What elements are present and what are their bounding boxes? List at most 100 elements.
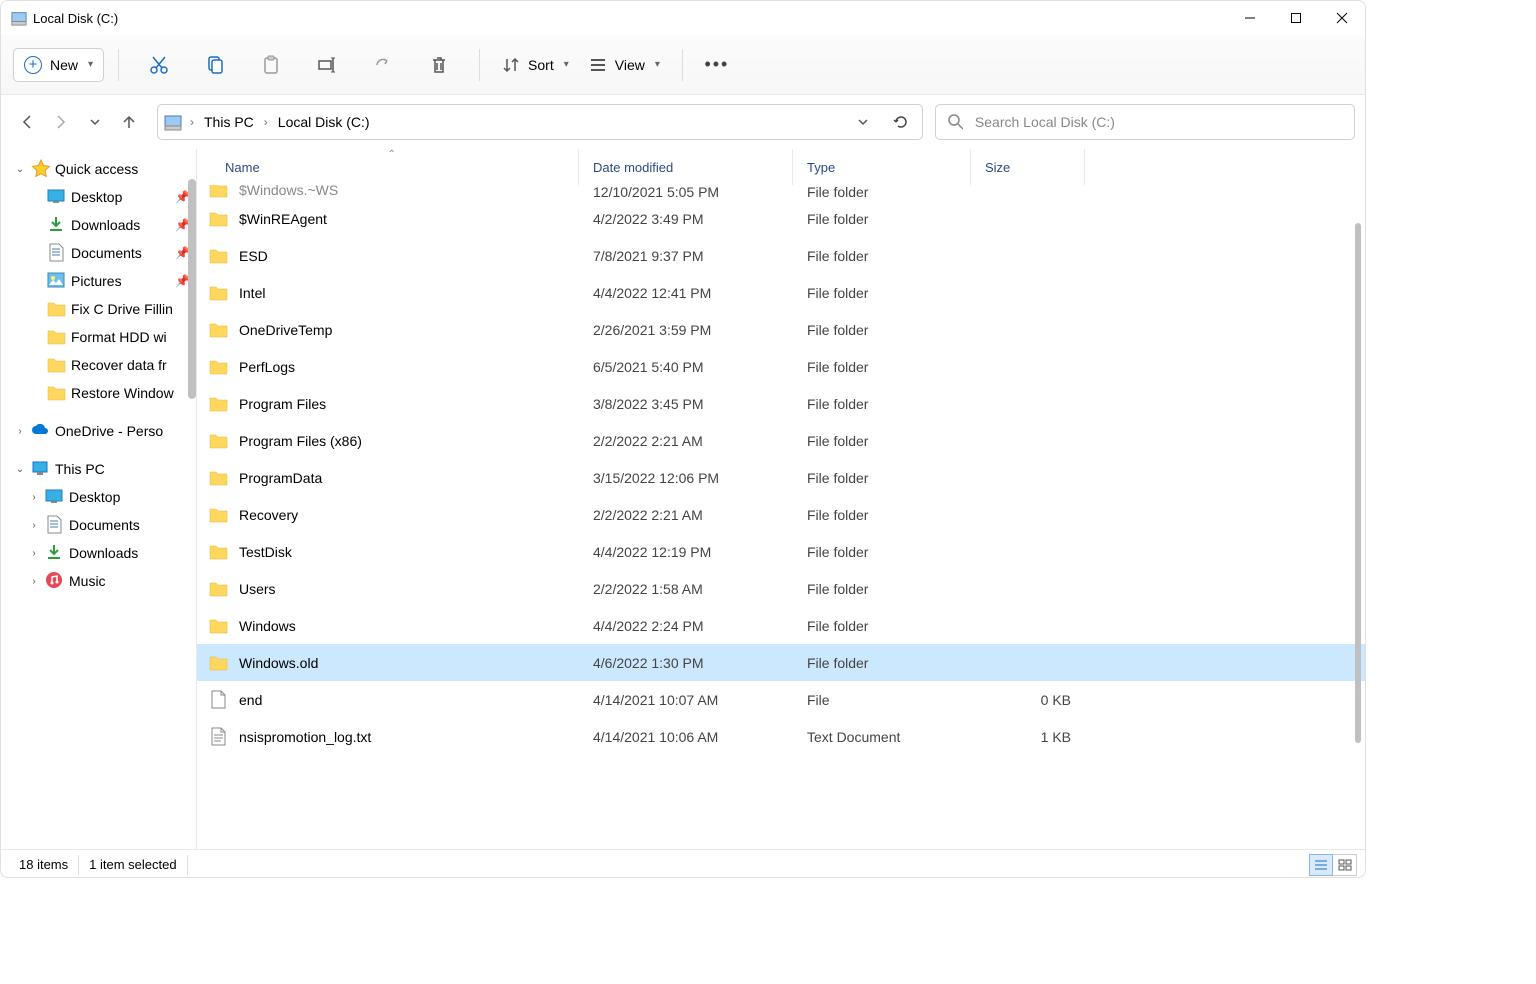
folder-icon (209, 431, 229, 451)
file-row[interactable]: Users 2/2/2022 1:58 AM File folder (197, 570, 1365, 607)
back-button[interactable] (11, 106, 43, 138)
file-row[interactable]: $WinREAgent 4/2/2022 3:49 PM File folder (197, 200, 1365, 237)
file-row[interactable]: PerfLogs 6/5/2021 5:40 PM File folder (197, 348, 1365, 385)
file-list: $Windows.~WS 12/10/2021 5:05 PM File fol… (197, 185, 1365, 849)
sidebar-item-label: Format HDD wi (71, 329, 167, 345)
sidebar-item-label: Downloads (69, 545, 138, 561)
file-date: 2/2/2022 1:58 AM (579, 581, 793, 597)
file-name: ESD (239, 248, 268, 264)
sort-button[interactable]: Sort ▾ (494, 43, 577, 87)
view-button[interactable]: View ▾ (581, 43, 668, 87)
address-bar[interactable]: › This PC › Local Disk (C:) (157, 104, 923, 140)
file-row[interactable]: ESD 7/8/2021 9:37 PM File folder (197, 237, 1365, 274)
sidebar-onedrive[interactable]: › OneDrive - Perso (1, 417, 196, 445)
header-date[interactable]: Date modified (579, 149, 793, 185)
search-box[interactable] (935, 104, 1355, 140)
file-scrollbar[interactable] (1355, 223, 1361, 743)
sidebar-item[interactable]: › Desktop (1, 483, 196, 511)
folder-icon (47, 299, 67, 319)
folder-icon (47, 355, 67, 375)
chevron-right-icon: › (190, 115, 194, 129)
file-name: nsispromotion_log.txt (239, 729, 371, 745)
search-input[interactable] (975, 114, 1342, 130)
sidebar-item[interactable]: › Documents (1, 511, 196, 539)
sidebar-item[interactable]: › Music (1, 567, 196, 595)
file-name: PerfLogs (239, 359, 295, 375)
file-name: Recovery (239, 507, 298, 523)
sidebar-item[interactable]: › Desktop 📌 (1, 183, 196, 211)
file-row[interactable]: Program Files (x86) 2/2/2022 2:21 AM Fil… (197, 422, 1365, 459)
breadcrumb-item[interactable]: This PC (198, 110, 260, 134)
file-type: File folder (793, 248, 971, 264)
file-row[interactable]: ProgramData 3/15/2022 12:06 PM File fold… (197, 459, 1365, 496)
file-name: Windows (239, 618, 296, 634)
refresh-button[interactable] (886, 107, 916, 137)
sort-indicator-icon: ⌃ (388, 149, 396, 160)
breadcrumb-item[interactable]: Local Disk (C:) (272, 110, 376, 134)
file-row[interactable]: OneDriveTemp 2/26/2021 3:59 PM File fold… (197, 311, 1365, 348)
file-date: 4/4/2022 2:24 PM (579, 618, 793, 634)
file-row[interactable]: TestDisk 4/4/2022 12:19 PM File folder (197, 533, 1365, 570)
sidebar-this-pc[interactable]: ⌄ This PC (1, 455, 196, 483)
up-button[interactable] (113, 106, 145, 138)
download-icon (45, 543, 65, 563)
sidebar-item[interactable]: › Pictures 📌 (1, 267, 196, 295)
folder-icon (209, 357, 229, 377)
search-icon (948, 114, 963, 130)
sidebar-item[interactable]: › Fix C Drive Fillin (1, 295, 196, 323)
folder-icon (209, 653, 229, 673)
minimize-button[interactable] (1227, 1, 1273, 35)
address-dropdown[interactable] (848, 107, 878, 137)
file-name: Program Files (239, 396, 326, 412)
sidebar-item[interactable]: › Documents 📌 (1, 239, 196, 267)
sidebar-item[interactable]: › Format HDD wi (1, 323, 196, 351)
forward-button[interactable] (45, 106, 77, 138)
file-type: File folder (793, 396, 971, 412)
close-button[interactable] (1319, 1, 1365, 35)
file-name: Users (239, 581, 276, 597)
file-row[interactable]: end 4/14/2021 10:07 AM File 0 KB (197, 681, 1365, 718)
sort-icon (502, 56, 520, 74)
more-button[interactable]: ••• (697, 43, 737, 87)
sidebar-item[interactable]: › Restore Window (1, 379, 196, 407)
sidebar-item[interactable]: › Downloads (1, 539, 196, 567)
sidebar-item[interactable]: › Downloads 📌 (1, 211, 196, 239)
sidebar-scrollbar[interactable] (188, 179, 196, 399)
rename-button[interactable] (301, 43, 353, 87)
file-size: 0 KB (971, 692, 1085, 708)
header-name[interactable]: Name ⌃ (197, 149, 579, 185)
header-type[interactable]: Type (793, 149, 971, 185)
file-date: 3/15/2022 12:06 PM (579, 470, 793, 486)
file-type: File folder (793, 433, 971, 449)
copy-button[interactable] (189, 43, 241, 87)
details-view-button[interactable] (1309, 854, 1333, 876)
window-title: Local Disk (C:) (33, 11, 118, 26)
header-size[interactable]: Size (971, 149, 1085, 185)
paste-button[interactable] (245, 43, 297, 87)
cut-button[interactable] (133, 43, 185, 87)
file-name: Intel (239, 285, 265, 301)
cloud-icon (31, 421, 51, 441)
plus-icon: + (24, 56, 42, 74)
maximize-button[interactable] (1273, 1, 1319, 35)
file-type: File folder (793, 470, 971, 486)
file-row[interactable]: Intel 4/4/2022 12:41 PM File folder (197, 274, 1365, 311)
file-row[interactable]: $Windows.~WS 12/10/2021 5:05 PM File fol… (197, 185, 1365, 200)
file-row[interactable]: Recovery 2/2/2022 2:21 AM File folder (197, 496, 1365, 533)
file-date: 12/10/2021 5:05 PM (579, 185, 793, 200)
sidebar-quick-access[interactable]: ⌄ Quick access (1, 155, 196, 183)
chevron-right-icon: › (27, 492, 41, 503)
file-row[interactable]: Windows 4/4/2022 2:24 PM File folder (197, 607, 1365, 644)
desktop-icon (47, 187, 67, 207)
new-button[interactable]: + New ▾ (13, 48, 104, 82)
sidebar-item-label: Music (69, 573, 106, 589)
recent-button[interactable] (79, 106, 111, 138)
file-row[interactable]: Windows.old 4/6/2022 1:30 PM File folder (197, 644, 1365, 681)
sidebar-item[interactable]: › Recover data fr (1, 351, 196, 379)
delete-button[interactable] (413, 43, 465, 87)
share-button[interactable] (357, 43, 409, 87)
file-row[interactable]: nsispromotion_log.txt 4/14/2021 10:06 AM… (197, 718, 1365, 755)
file-type: File (793, 692, 971, 708)
file-row[interactable]: Program Files 3/8/2022 3:45 PM File fold… (197, 385, 1365, 422)
icons-view-button[interactable] (1333, 854, 1357, 876)
